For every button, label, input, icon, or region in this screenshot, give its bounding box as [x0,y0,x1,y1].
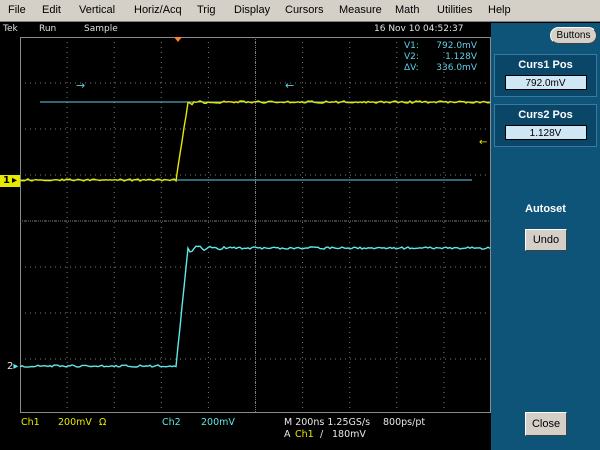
menu-measure[interactable]: Measure [339,4,382,16]
menu-utilities[interactable]: Utilities [437,4,472,16]
v1-value: 792.0mV [436,41,478,51]
ch1-marker-label: 1 [3,175,10,186]
channel-readout: Ch1 200mV Ω Ch2 200mV M 200ns 1.25GS/s 8… [0,413,490,450]
brand-label: Tek [3,24,18,34]
ch1-coupling: Ω [99,417,107,428]
v2-label: V2: [404,52,419,62]
close-button[interactable]: Close [525,412,567,436]
right-arrow-icon: → [76,79,85,92]
menu-vertical[interactable]: Vertical [79,4,115,16]
menu-trig[interactable]: Trig [197,4,216,16]
run-state[interactable]: Run [39,24,56,34]
menu-bar: File Edit Vertical Horiz/Acq Trig Displa… [0,0,600,22]
ch2-scale[interactable]: 200mV [201,417,235,428]
resolution: 800ps/pt [383,417,426,428]
trigger-slope: / [320,429,324,440]
menu-display[interactable]: Display [234,4,270,16]
curs1-title: Curs1 Pos [518,59,573,71]
trigger-level-icon[interactable]: ← [479,137,487,148]
v1-label: V1: [404,41,419,51]
menu-help[interactable]: Help [488,4,511,16]
date-time: 16 Nov 10 04:52:37 [374,24,464,34]
trigger-prefix: A [284,429,291,440]
curs2-title: Curs2 Pos [518,109,573,121]
menu-cursors[interactable]: Cursors [285,4,324,16]
ch1-label[interactable]: Ch1 [21,417,40,428]
ch2-marker[interactable]: 2▸ [7,361,18,372]
curs1-pos-control[interactable]: Curs1 Pos 792.0mV [494,54,597,97]
timebase[interactable]: M 200ns 1.25GS/s [284,417,370,428]
v2-value: 1.128V [445,52,478,62]
autoset-label: Autoset [525,203,566,215]
trigger-source[interactable]: Ch1 [295,429,314,440]
control-panel: Buttons Curs1 Pos 792.0mV Curs2 Pos 1.12… [491,23,600,450]
undo-button[interactable]: Undo [525,229,567,251]
ch1-marker[interactable]: 1 ▸ [0,175,20,187]
dv-value: 336.0mV [436,63,478,73]
waveform-display[interactable]: V1: 792.0mV V2: 1.128V ΔV: 336.0mV → ← ← [20,37,491,413]
menu-edit[interactable]: Edit [42,4,61,16]
dv-label: ΔV: [404,63,419,73]
menu-file[interactable]: File [8,4,26,16]
menu-horiz-acq[interactable]: Horiz/Acq [134,4,182,16]
status-line: Tek Run Sample 16 Nov 10 04:52:37 [0,23,490,37]
curs1-value[interactable]: 792.0mV [504,75,587,90]
left-arrow-icon: ← [285,79,294,92]
acq-mode: Sample [84,24,118,34]
curs2-pos-control[interactable]: Curs2 Pos 1.128V [494,104,597,147]
buttons-button[interactable]: Buttons [550,27,597,44]
curs2-value[interactable]: 1.128V [504,125,587,140]
graticule: V1: 792.0mV V2: 1.128V ΔV: 336.0mV → ← ← [20,37,491,413]
ch2-label[interactable]: Ch2 [162,417,181,428]
menu-math[interactable]: Math [395,4,419,16]
trigger-level[interactable]: 180mV [332,429,366,440]
ch1-scale[interactable]: 200mV [58,417,92,428]
